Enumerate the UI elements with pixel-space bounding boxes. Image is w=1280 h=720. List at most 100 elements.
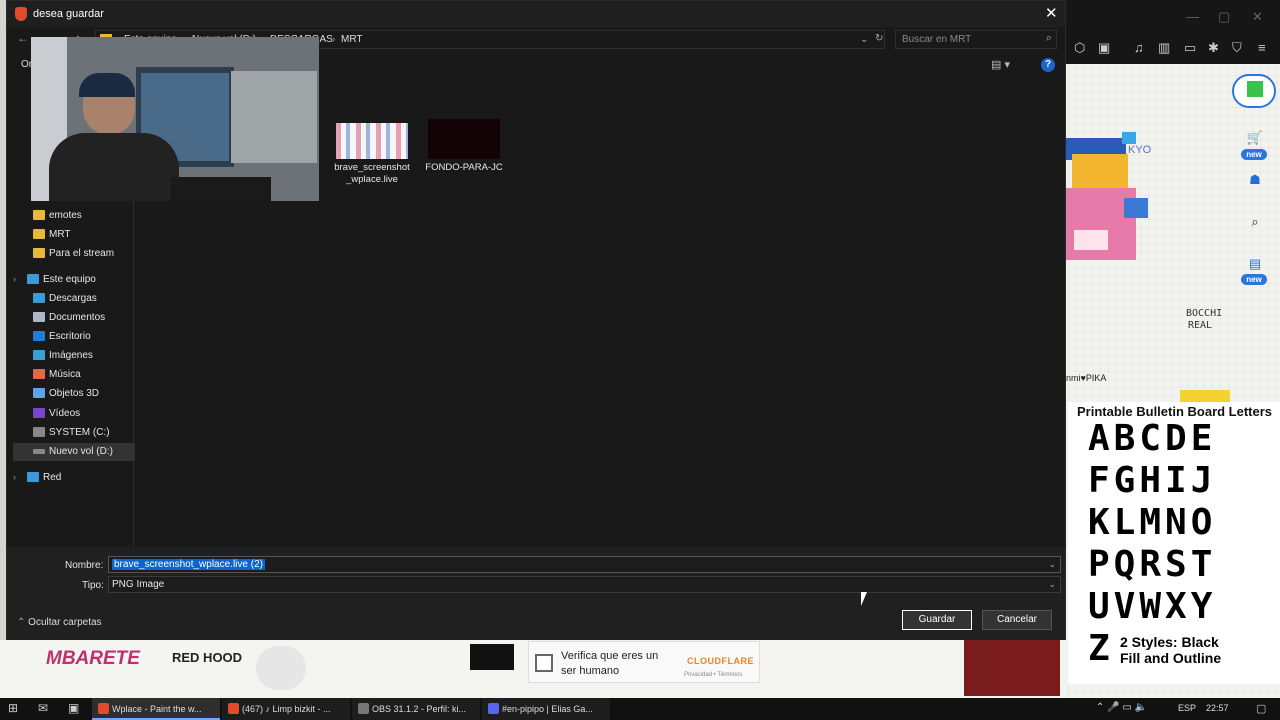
discord-icon [488, 703, 499, 714]
chevron-down-icon[interactable]: ⌄ [860, 34, 868, 45]
sidebar-item-label: SYSTEM (C:) [49, 427, 110, 438]
extension-icon[interactable]: ⬡ [1074, 41, 1085, 55]
sidebar-item-para-el-stream[interactable]: Para el stream [13, 245, 135, 263]
letters-footer: 2 Styles: Black [1120, 634, 1219, 650]
avatar[interactable] [1232, 74, 1276, 108]
image-thumbnail [428, 119, 500, 159]
maximize-icon[interactable]: ▢ [1218, 10, 1230, 24]
search-map-icon[interactable]: ⌕ [1244, 214, 1266, 230]
sidebar-item-musica[interactable]: Música [13, 366, 135, 384]
taskbar-item[interactable]: (467) ♪ Limp bizkit - ... [222, 698, 350, 720]
back-icon[interactable]: ← [17, 31, 29, 45]
users-icon[interactable]: ☗ [1244, 172, 1266, 188]
wallet-icon[interactable]: ▭ [1184, 41, 1196, 55]
cloudflare-logo: CLOUDFLARE [687, 656, 754, 666]
sidebar-item-este-equipo[interactable]: › Este equipo [7, 271, 129, 289]
chevron-right-icon[interactable]: › [13, 472, 16, 482]
dialog-title: desea guardar [33, 8, 104, 20]
sidebar-item-label: MRT [49, 229, 71, 240]
name-label: Nombre: [65, 560, 104, 571]
pixel-art [1180, 390, 1230, 402]
mail-icon[interactable]: ✉ [38, 701, 48, 715]
filetype-value: PNG Image [112, 579, 165, 590]
taskbar-item-label: Wplace - Paint the w... [112, 704, 202, 714]
file-name: FONDO-PARA-JC [425, 162, 503, 173]
letters-row: FGHIJ [1088, 460, 1217, 501]
windows-start-icon[interactable]: ⊞ [8, 701, 18, 715]
file-name: _wplace.live [346, 174, 398, 185]
brave-icon [98, 703, 109, 714]
close-window-icon[interactable]: ✕ [1252, 10, 1263, 24]
map-label: RED HOOD [172, 650, 243, 665]
webcam-overlay [31, 37, 319, 201]
search-input[interactable]: Buscar en MRT ⌕ [895, 30, 1057, 49]
taskbar-item[interactable]: OBS 31.1.2 - Perfil: ki... [352, 698, 480, 720]
chevron-right-icon[interactable]: › [13, 274, 16, 284]
menu-icon[interactable]: ≡ [1258, 41, 1266, 55]
map-label: BOCCHI [1186, 308, 1223, 319]
sidebar-item-documentos[interactable]: Documentos [13, 309, 135, 327]
chevron-down-icon[interactable]: ⌄ [1048, 559, 1056, 570]
extensions-icon[interactable]: ✱ [1208, 41, 1219, 55]
type-label: Tipo: [82, 580, 104, 591]
sidebar-item-descargas[interactable]: Descargas [13, 290, 135, 308]
system-tray-icons[interactable]: ⌃ 🎤 ▭ 🔈 [1096, 702, 1147, 713]
sidebar-item-label: Objetos 3D [49, 388, 100, 399]
close-icon[interactable]: ✕ [1045, 4, 1058, 22]
file-item[interactable]: FONDO-PARA-JC [423, 119, 505, 174]
shield-icon[interactable]: ⛉ [1232, 41, 1242, 55]
taskbar: ⊞ ✉ ▣ Wplace - Paint the w... (467) ♪ Li… [0, 698, 1280, 720]
letters-title: Printable Bulletin Board Letters [1077, 404, 1273, 419]
captcha-checkbox[interactable] [535, 654, 553, 672]
chevron-down-icon[interactable]: ⌄ [1048, 579, 1056, 590]
sidebar-icon[interactable]: ▥ [1158, 41, 1170, 55]
sidebar-item-videos[interactable]: Vídeos [13, 405, 135, 423]
sidebar-item-system-c[interactable]: SYSTEM (C:) [13, 424, 135, 442]
language-indicator[interactable]: ESP [1178, 703, 1196, 713]
videos-icon [33, 408, 45, 418]
hide-folders-label: Ocultar carpetas [28, 617, 102, 628]
file-item[interactable]: brave_screenshot _wplace.live [331, 123, 413, 186]
taskbar-item[interactable]: #en-pipipo | Elias Ga... [482, 698, 610, 720]
sidebar-item-label: Este equipo [43, 274, 96, 285]
view-options-icon[interactable]: ▤ ▾ [991, 58, 1010, 71]
sidebar-item-imagenes[interactable]: Imágenes [13, 347, 135, 365]
drive-icon [33, 427, 45, 437]
screen: { "dialog": { "title": "desea guardar", … [0, 0, 1280, 720]
sidebar-item-objetos-3d[interactable]: Objetos 3D [13, 385, 135, 403]
sidebar-item-escritorio[interactable]: Escritorio [13, 328, 135, 346]
taskbar-item[interactable]: Wplace - Paint the w... [92, 698, 220, 720]
help-icon[interactable]: ? [1041, 58, 1055, 72]
mouse-cursor-icon [861, 592, 867, 606]
sidebar-item-red[interactable]: › Red [7, 469, 129, 487]
shop-icon[interactable]: 🛒 [1244, 130, 1266, 146]
filetype-select[interactable]: PNG Image ⌄ [108, 576, 1061, 593]
sidebar-item-mrt[interactable]: MRT [13, 226, 135, 244]
sidebar-item-emotes[interactable]: emotes [13, 207, 135, 225]
sidebar-item-label: Documentos [49, 312, 106, 323]
clock[interactable]: 22:57 [1206, 703, 1229, 713]
captcha-links[interactable]: Privacidad • Términos [684, 672, 742, 678]
map-label: KYO [1128, 144, 1152, 156]
sidebar-item-label: Nuevo vol (D:) [49, 446, 113, 457]
captcha-widget: Verifica que eres un ser humano CLOUDFLA… [528, 641, 760, 683]
cancel-button[interactable]: Cancelar [982, 610, 1052, 630]
save-button[interactable]: Guardar [902, 610, 972, 630]
refresh-icon[interactable]: ↻ [875, 33, 883, 44]
folder-icon [33, 210, 45, 220]
letters-footer: Fill and Outline [1120, 650, 1222, 666]
brave-logo-icon [15, 7, 27, 21]
minimize-icon[interactable]: — [1186, 10, 1199, 24]
screenshot-icon[interactable]: ▣ [1098, 41, 1110, 55]
pc-icon [27, 274, 39, 284]
breadcrumb-item[interactable]: MRT [341, 34, 362, 45]
letters-row: UVWXY [1088, 586, 1217, 627]
hide-folders-button[interactable]: ⌃ Ocultar carpetas [17, 617, 102, 628]
filename-input[interactable]: brave_screenshot_wplace.live (2) ⌄ [108, 556, 1061, 573]
notifications-icon[interactable]: ▢ [1256, 702, 1266, 715]
file-explorer-icon[interactable]: ▣ [68, 701, 79, 715]
leaderboard-icon[interactable]: ▤ [1244, 256, 1266, 272]
drive-icon [33, 449, 45, 454]
music-icon[interactable]: ♫ [1134, 41, 1144, 55]
sidebar-item-nuevo-vol-d[interactable]: Nuevo vol (D:) [13, 443, 135, 461]
